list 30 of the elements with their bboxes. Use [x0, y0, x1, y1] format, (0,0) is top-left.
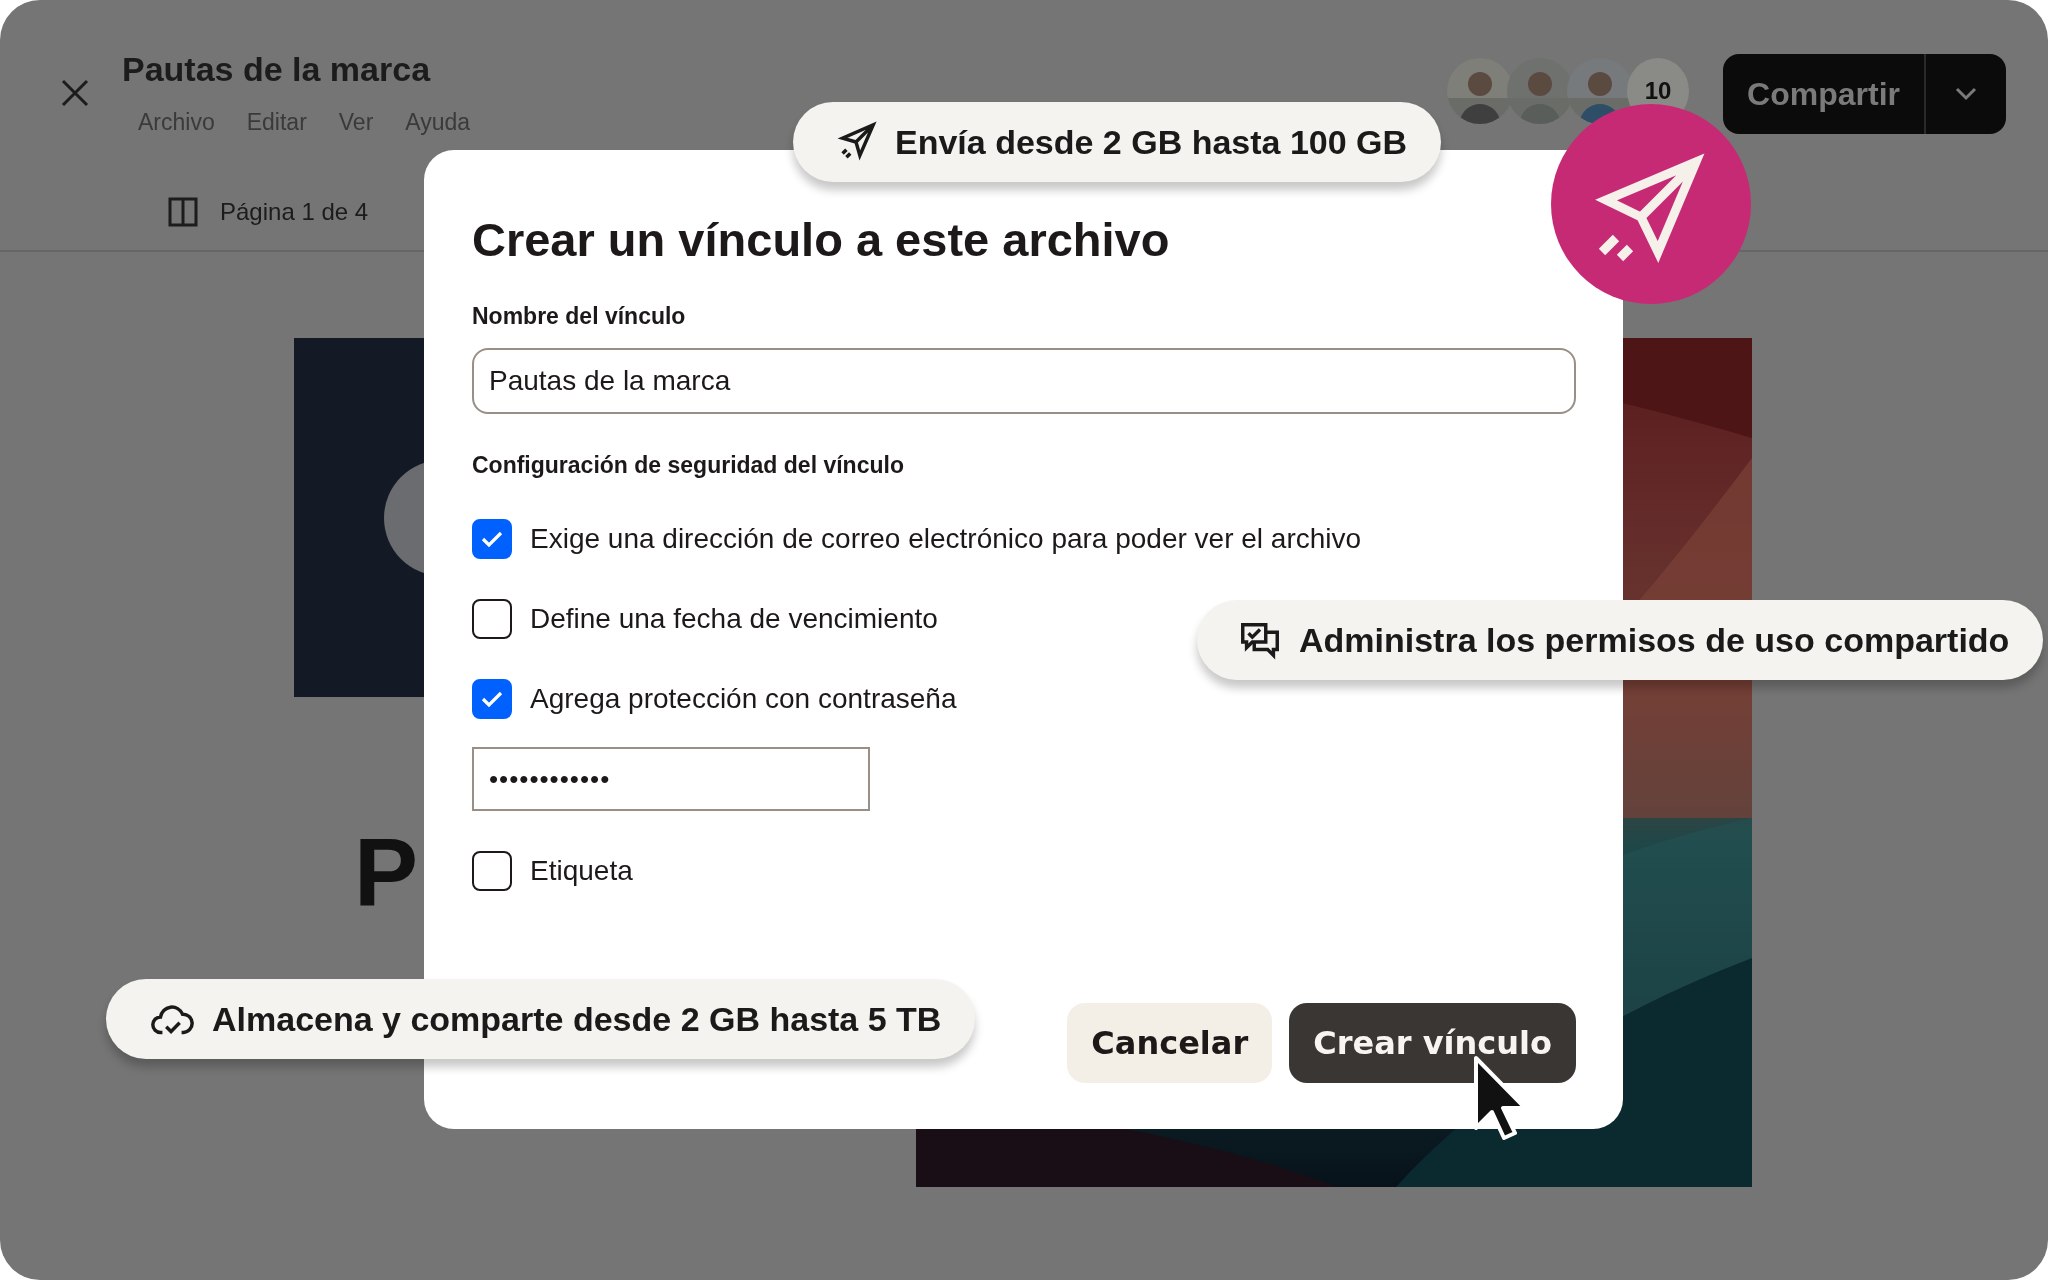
document-heading: P: [354, 817, 419, 927]
menu-item[interactable]: Ayuda: [405, 109, 471, 136]
document-title: Pautas de la marca: [122, 50, 432, 89]
checkbox[interactable]: [472, 519, 512, 559]
callout-text: Envía desde 2 GB hasta 100 GB: [895, 122, 1408, 162]
option-label: Etiqueta: [530, 855, 633, 887]
section-label: Configuración de seguridad del vínculo: [472, 452, 905, 479]
option-label: Exige una dirección de correo electrónico para poder ver el archivo: [530, 523, 1362, 555]
callout-text: Almacena y comparte desde 2 GB hasta 5 TB: [212, 999, 942, 1039]
page-indicator: Página 1 de 4: [220, 198, 369, 226]
panel-icon[interactable]: [168, 197, 198, 227]
option-label: Agrega protección con contraseña: [530, 683, 957, 715]
menu-item[interactable]: Ver: [338, 109, 374, 136]
chevron-down-icon: [1955, 87, 1977, 101]
callout-text: Administra los permisos de uso compartido: [1299, 620, 2010, 660]
create-link-button[interactable]: Crear vínculo: [1289, 1003, 1576, 1083]
option-label: Define una fecha de vencimiento: [530, 603, 938, 635]
checkbox[interactable]: [472, 679, 512, 719]
password-field[interactable]: ••••••••••••: [472, 747, 870, 811]
close-icon[interactable]: [60, 78, 90, 108]
menu-item[interactable]: Editar: [246, 109, 307, 136]
link-name-field[interactable]: Pautas de la marca: [472, 348, 1576, 414]
dialog-title: Crear un vínculo a este archivo: [472, 212, 1171, 267]
checkbox[interactable]: [472, 599, 512, 639]
menu-item[interactable]: Archivo: [138, 109, 215, 136]
check-icon: [481, 530, 503, 548]
checkbox[interactable]: [472, 851, 512, 891]
cancel-button[interactable]: Cancelar: [1067, 1003, 1273, 1083]
check-icon: [481, 690, 503, 708]
field-label: Nombre del vínculo: [472, 303, 687, 330]
